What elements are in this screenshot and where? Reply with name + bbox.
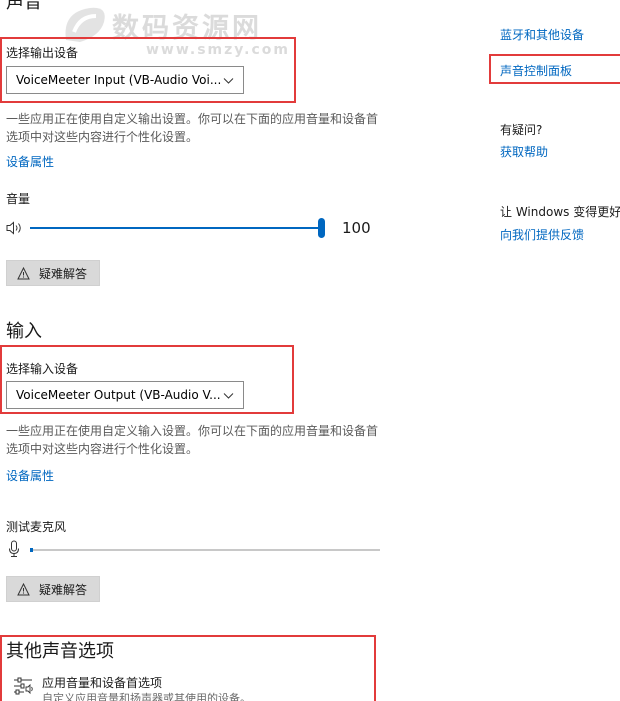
input-troubleshoot-button[interactable]: 疑难解答 xyxy=(6,576,100,602)
speaker-icon xyxy=(6,220,26,236)
sliders-icon xyxy=(12,676,34,696)
other-section-title: 其他声音选项 xyxy=(6,641,114,662)
input-section-title: 输入 xyxy=(6,321,42,342)
input-device-label: 选择输入设备 xyxy=(6,362,79,376)
get-help-link[interactable]: 获取帮助 xyxy=(500,143,548,160)
output-troubleshoot-button[interactable]: 疑难解答 xyxy=(6,260,100,286)
app-volume-option[interactable]: 应用音量和设备首选项 自定义应用音量和扬声器或其使用的设备。 xyxy=(6,672,366,701)
improve-windows-title: 让 Windows 变得更好 xyxy=(500,205,620,219)
chevron-down-icon xyxy=(223,393,234,399)
input-device-value: VoiceMeeter Output (VB-Audio V... xyxy=(16,388,221,402)
input-troubleshoot-label: 疑难解答 xyxy=(39,582,88,597)
volume-slider-thumb[interactable] xyxy=(318,218,325,238)
volume-label: 音量 xyxy=(6,192,31,206)
output-description: 一些应用正在使用自定义输出设置。你可以在下面的应用音量和设备首选项中对这些内容进… xyxy=(6,112,379,144)
output-device-label: 选择输出设备 xyxy=(6,46,79,60)
app-volume-description: 自定义应用音量和扬声器或其使用的设备。 xyxy=(42,692,251,701)
give-feedback-link[interactable]: 向我们提供反馈 xyxy=(500,226,584,243)
mic-level-meter xyxy=(30,548,380,552)
sound-control-panel-link[interactable]: 声音控制面板 xyxy=(500,62,572,79)
app-volume-title: 应用音量和设备首选项 xyxy=(42,676,163,690)
output-device-properties-link[interactable]: 设备属性 xyxy=(6,153,54,170)
bluetooth-devices-link[interactable]: 蓝牙和其他设备 xyxy=(500,26,584,43)
input-device-properties-link[interactable]: 设备属性 xyxy=(6,467,54,484)
warning-icon xyxy=(17,266,30,279)
microphone-icon xyxy=(8,540,20,558)
mic-level-track xyxy=(30,549,380,551)
question-title: 有疑问? xyxy=(500,123,543,137)
output-device-select[interactable]: VoiceMeeter Input (VB-Audio Voi... xyxy=(6,66,244,94)
output-troubleshoot-label: 疑难解答 xyxy=(39,266,88,281)
output-section-title: 声音 xyxy=(6,0,42,13)
output-device-value: VoiceMeeter Input (VB-Audio Voi... xyxy=(16,73,222,87)
input-description: 一些应用正在使用自定义输入设置。你可以在下面的应用音量和设备首选项中对这些内容进… xyxy=(6,424,379,456)
volume-slider-fill xyxy=(30,227,322,229)
mic-test-label: 测试麦克风 xyxy=(6,520,67,534)
warning-icon xyxy=(17,582,30,595)
chevron-down-icon xyxy=(223,78,234,84)
input-device-select[interactable]: VoiceMeeter Output (VB-Audio V... xyxy=(6,381,244,409)
volume-slider[interactable] xyxy=(30,218,330,238)
volume-value: 100 xyxy=(342,219,371,237)
mic-level-fill xyxy=(30,548,33,552)
